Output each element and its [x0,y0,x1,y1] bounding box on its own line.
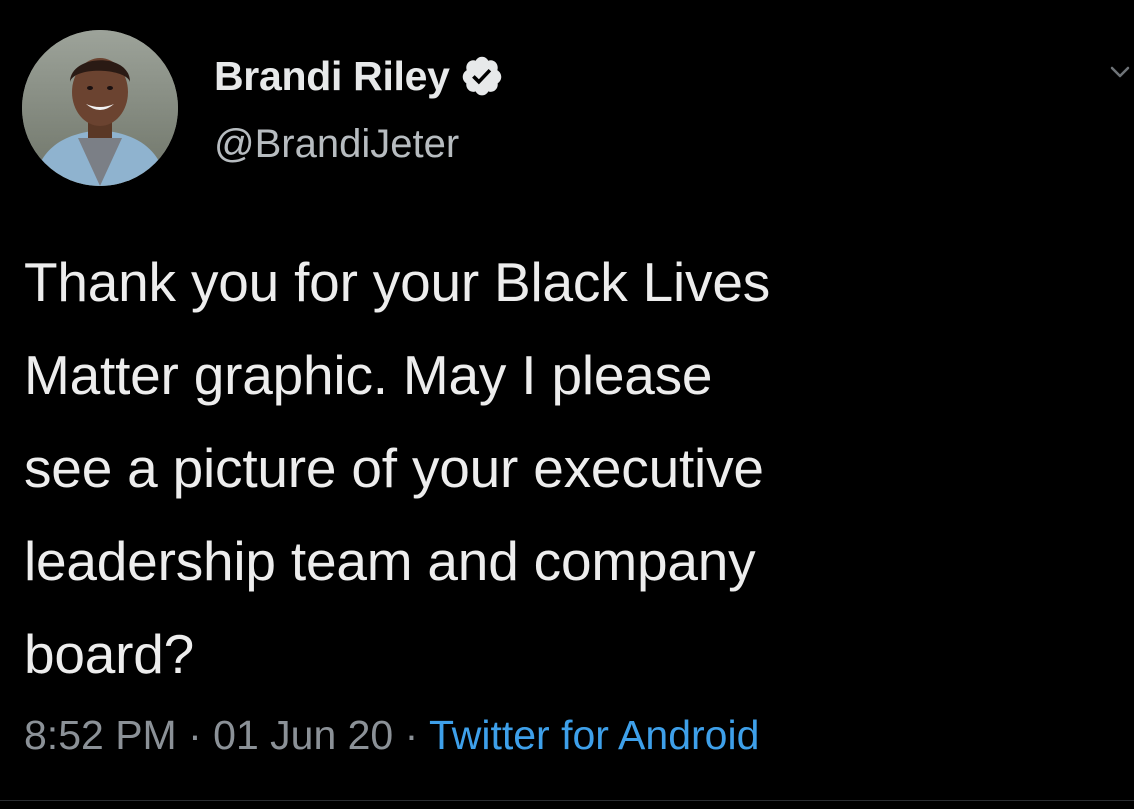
author-display-name[interactable]: Brandi Riley [214,53,450,100]
tweet-time[interactable]: 8:52 PM [24,712,177,758]
tweet-card: Brandi Riley @BrandiJeter Thank you for … [0,0,1134,809]
tweet-source-link[interactable]: Twitter for Android [429,712,759,758]
meta-separator: · [176,712,214,758]
author-name-row[interactable]: Brandi Riley [214,48,504,104]
avatar[interactable] [22,30,178,186]
verified-badge-icon [460,54,504,98]
avatar-photo [22,30,178,186]
author-handle[interactable]: @BrandiJeter [214,122,459,167]
tweet-date[interactable]: 01 Jun 20 [213,712,393,758]
divider [0,800,1134,801]
tweet-meta: 8:52 PM · 01 Jun 20 · Twitter for Androi… [24,712,759,759]
chevron-down-icon[interactable] [1106,58,1134,86]
meta-separator: · [393,712,429,758]
tweet-text: Thank you for your Black Lives Matter gr… [24,251,771,685]
